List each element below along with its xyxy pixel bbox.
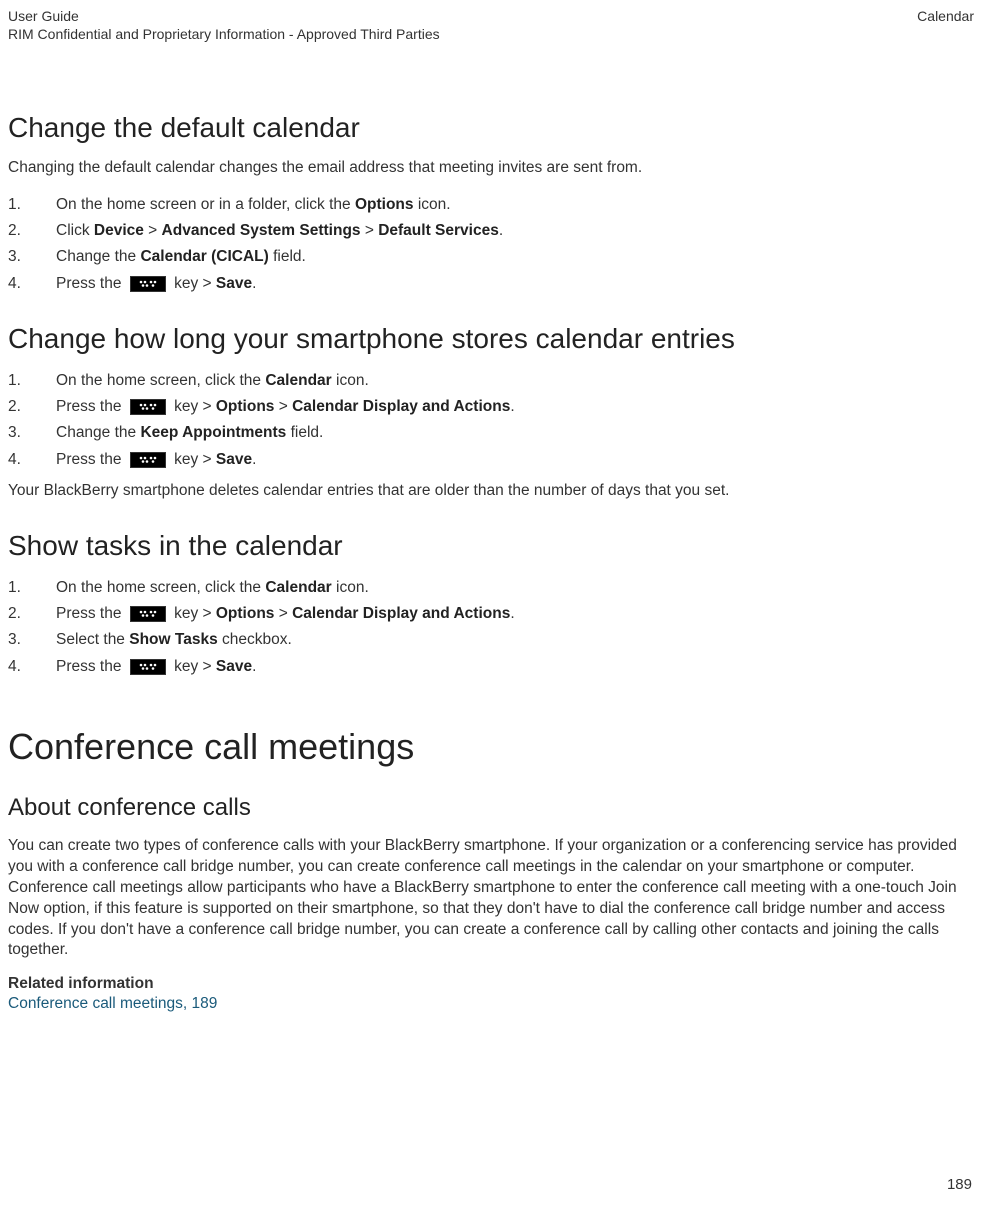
step-text: On the home screen, click the <box>56 579 265 596</box>
step-text: checkbox. <box>218 631 292 648</box>
header-confidentiality: RIM Confidential and Proprietary Informa… <box>8 26 974 42</box>
note-text: Your BlackBerry smartphone deletes calen… <box>8 481 974 502</box>
step-text: key > <box>170 398 216 415</box>
list-item: Click Device > Advanced System Settings … <box>8 219 974 242</box>
step-bold: Save <box>216 658 252 675</box>
step-text: Change the <box>56 248 140 265</box>
step-text: > <box>361 222 379 239</box>
list-item: On the home screen, click the Calendar i… <box>8 369 974 392</box>
blackberry-key-icon <box>130 276 166 292</box>
step-text: Press the <box>56 275 126 292</box>
step-bold: Options <box>216 605 275 622</box>
step-text: key > <box>170 275 216 292</box>
step-bold: Show Tasks <box>129 631 217 648</box>
list-item: Press the key > Save. <box>8 655 974 678</box>
step-bold: Default Services <box>378 222 499 239</box>
blackberry-key-icon <box>130 659 166 675</box>
blackberry-key-icon <box>130 399 166 415</box>
step-text: key > <box>170 451 216 468</box>
step-text: . <box>510 605 514 622</box>
step-bold: Advanced System Settings <box>162 222 361 239</box>
step-text: field. <box>286 424 323 441</box>
step-text: > <box>144 222 162 239</box>
step-text: icon. <box>414 196 451 213</box>
heading-about-conference-calls: About conference calls <box>8 794 974 822</box>
list-item: Press the key > Save. <box>8 272 974 295</box>
header-doc-title: User Guide <box>8 8 79 24</box>
related-link-conference[interactable]: Conference call meetings, 189 <box>8 995 974 1013</box>
step-text: > <box>274 605 292 622</box>
step-text: Press the <box>56 398 126 415</box>
step-bold: Options <box>355 196 414 213</box>
step-text: icon. <box>332 372 369 389</box>
step-text: . <box>252 275 256 292</box>
related-information-label: Related information <box>8 975 974 993</box>
step-bold: Save <box>216 451 252 468</box>
step-text: Change the <box>56 424 140 441</box>
steps-list-2: On the home screen, click the Calendar i… <box>8 369 974 471</box>
heading-store-entries: Change how long your smartphone stores c… <box>8 323 974 355</box>
step-bold: Calendar Display and Actions <box>292 398 510 415</box>
list-item: Change the Keep Appointments field. <box>8 421 974 444</box>
step-bold: Keep Appointments <box>140 424 286 441</box>
step-text: key > <box>170 605 216 622</box>
step-text: field. <box>269 248 306 265</box>
heading-change-default-calendar: Change the default calendar <box>8 112 974 144</box>
step-text: . <box>510 398 514 415</box>
header-section-title: Calendar <box>917 8 974 24</box>
list-item: Select the Show Tasks checkbox. <box>8 628 974 651</box>
list-item: On the home screen, click the Calendar i… <box>8 576 974 599</box>
conference-body: You can create two types of conference c… <box>8 836 974 962</box>
step-text: . <box>499 222 503 239</box>
list-item: Press the key > Options > Calendar Displ… <box>8 602 974 625</box>
step-text: Select the <box>56 631 129 648</box>
list-item: Press the key > Save. <box>8 448 974 471</box>
step-text: key > <box>170 658 216 675</box>
step-text: Press the <box>56 605 126 622</box>
steps-list-1: On the home screen or in a folder, click… <box>8 193 974 295</box>
list-item: Change the Calendar (CICAL) field. <box>8 245 974 268</box>
step-bold: Calendar Display and Actions <box>292 605 510 622</box>
step-bold: Calendar <box>265 579 331 596</box>
step-text: On the home screen or in a folder, click… <box>56 196 355 213</box>
step-text: On the home screen, click the <box>56 372 265 389</box>
list-item: On the home screen or in a folder, click… <box>8 193 974 216</box>
heading-conference-call-meetings: Conference call meetings <box>8 726 974 768</box>
blackberry-key-icon <box>130 606 166 622</box>
intro-text: Changing the default calendar changes th… <box>8 158 974 179</box>
related-link-page: 189 <box>192 995 218 1012</box>
step-text: Click <box>56 222 94 239</box>
list-item: Press the key > Options > Calendar Displ… <box>8 395 974 418</box>
step-text: icon. <box>332 579 369 596</box>
step-bold: Save <box>216 275 252 292</box>
step-text: Press the <box>56 658 126 675</box>
step-bold: Calendar (CICAL) <box>140 248 268 265</box>
page-number: 189 <box>947 1176 972 1193</box>
step-bold: Calendar <box>265 372 331 389</box>
related-link-text: Conference call meetings, <box>8 995 192 1012</box>
heading-show-tasks: Show tasks in the calendar <box>8 530 974 562</box>
step-text: Press the <box>56 451 126 468</box>
step-bold: Device <box>94 222 144 239</box>
blackberry-key-icon <box>130 452 166 468</box>
step-text: . <box>252 451 256 468</box>
steps-list-3: On the home screen, click the Calendar i… <box>8 576 974 678</box>
step-bold: Options <box>216 398 275 415</box>
step-text: > <box>274 398 292 415</box>
step-text: . <box>252 658 256 675</box>
